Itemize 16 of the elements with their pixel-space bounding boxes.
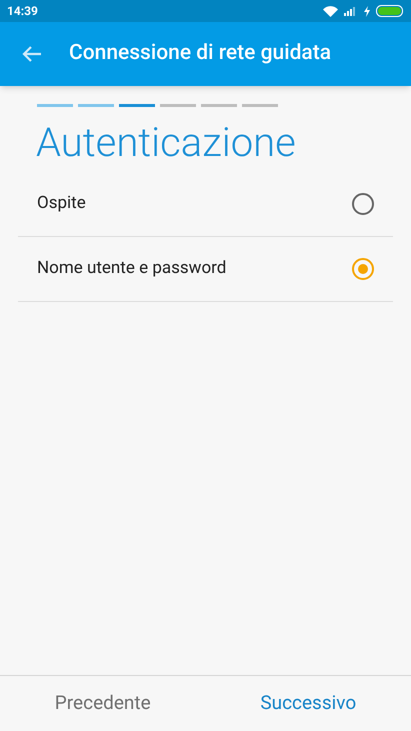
battery-icon xyxy=(376,5,404,17)
status-time: 14:39 xyxy=(7,3,38,20)
signal-icon xyxy=(344,6,358,16)
charging-icon xyxy=(364,6,370,16)
page-heading: Autenticazione xyxy=(36,119,297,167)
back-arrow-icon xyxy=(22,45,42,63)
radio-option[interactable]: Nome utente e password xyxy=(18,237,393,302)
previous-button[interactable]: Precedente xyxy=(46,685,159,722)
option-label: Ospite xyxy=(37,192,86,216)
next-button[interactable]: Successivo xyxy=(252,685,364,722)
radio-option[interactable]: Ospite xyxy=(18,172,393,237)
app-bar-title: Connessione di rete guidata xyxy=(69,40,332,68)
option-label: Nome utente e password xyxy=(37,257,226,280)
radio-button[interactable] xyxy=(352,193,374,215)
radio-button[interactable] xyxy=(352,258,374,280)
wifi-icon xyxy=(323,6,338,16)
